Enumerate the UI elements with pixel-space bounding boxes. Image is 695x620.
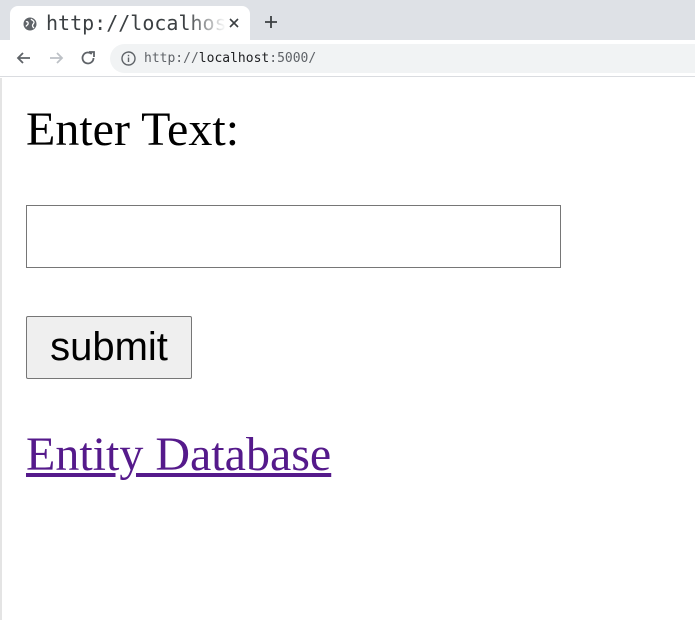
browser-tab[interactable]: http://localhost:5000/: [10, 6, 250, 40]
info-icon[interactable]: [121, 51, 136, 66]
page-heading: Enter Text:: [26, 103, 240, 156]
submit-button[interactable]: submit: [26, 316, 192, 379]
url-scheme: http://: [144, 51, 199, 66]
text-input[interactable]: [26, 205, 561, 268]
tab-title: http://localhost:5000/: [46, 11, 226, 35]
entity-database-link[interactable]: Entity Database: [26, 427, 331, 483]
address-bar[interactable]: http://localhost:5000/: [110, 44, 695, 73]
forward-arrow-icon[interactable]: [47, 49, 65, 67]
browser-toolbar: http://localhost:5000/: [0, 40, 695, 77]
globe-icon: [23, 16, 37, 31]
browser-tabstrip: http://localhost:5000/: [0, 0, 695, 40]
plus-icon[interactable]: [263, 14, 279, 30]
back-arrow-icon[interactable]: [15, 49, 33, 67]
page-content: Enter Text: submit Entity Database: [0, 78, 695, 620]
reload-icon[interactable]: [79, 49, 97, 67]
url-text: http://localhost:5000/: [144, 49, 316, 68]
close-icon[interactable]: [226, 15, 242, 31]
url-host: localhost: [198, 51, 270, 66]
url-port: :5000/: [269, 51, 317, 66]
